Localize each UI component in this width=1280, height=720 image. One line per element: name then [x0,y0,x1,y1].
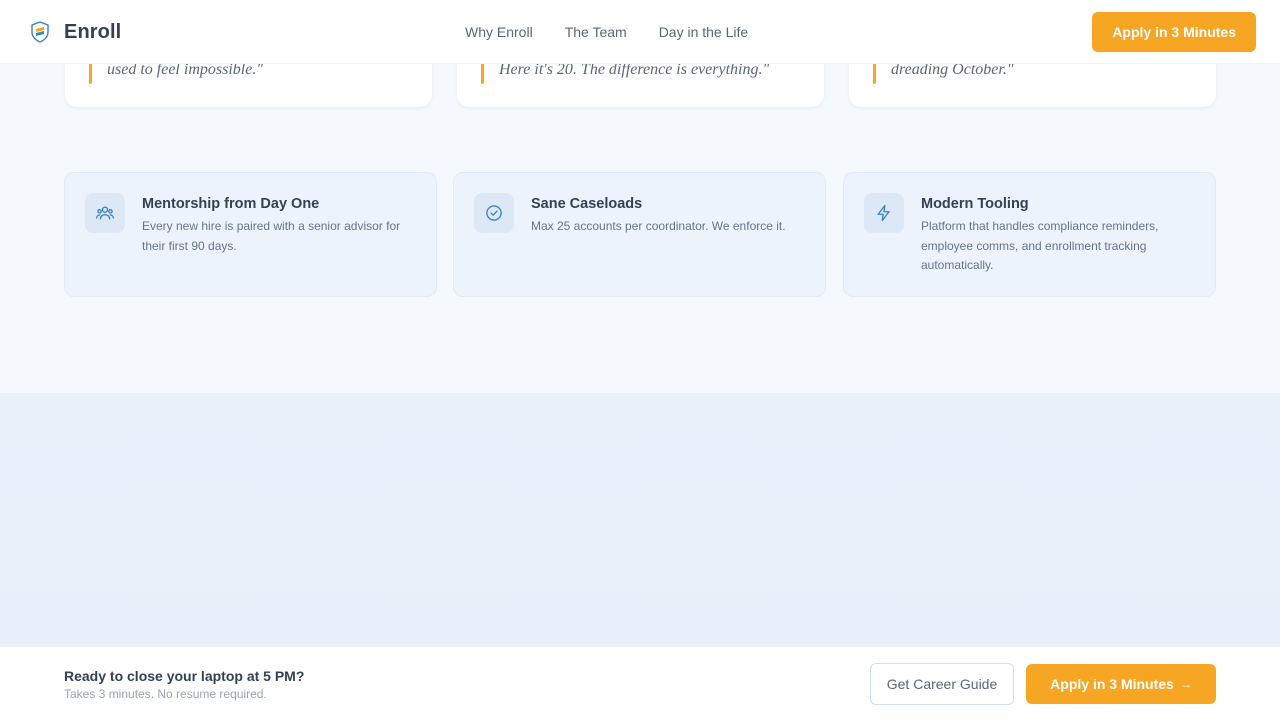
nav-link-the-team[interactable]: The Team [565,24,627,40]
feature-description: Every new hire is paired with a senior a… [142,219,401,253]
feature-description: Platform that handles compliance reminde… [921,219,1159,272]
apply-button-footer[interactable]: Apply in 3 Minutes → [1026,664,1216,704]
check-circle-icon [486,205,502,221]
nav-link-why-enroll[interactable]: Why Enroll [465,24,533,40]
shield-logo-icon [31,21,49,43]
feature-card-tooling: Modern Tooling Platform that handles com… [843,172,1216,297]
arrow-right-icon: → [1179,677,1192,691]
site-header: Enroll Why Enroll The Team Day in the Li… [0,0,1280,64]
cta-subtext: Takes 3 minutes. No resume required. [64,687,267,701]
quote-accent-bar [89,62,92,84]
apply-button-label: Apply in 3 Minutes [1050,676,1174,692]
feature-title: Mentorship from Day One [142,196,320,212]
feature-title: Sane Caseloads [531,196,643,212]
quote-accent-bar [481,62,484,84]
feature-icon-box [474,193,514,233]
feature-title: Modern Tooling [921,196,1029,212]
main-nav: Why Enroll The Team Day in the Life [465,0,780,64]
get-career-guide-button[interactable]: Get Career Guide [870,663,1014,705]
apply-button-header[interactable]: Apply in 3 Minutes [1092,12,1256,52]
cta-headline: Ready to close your laptop at 5 PM? [64,668,305,684]
brand[interactable]: Enroll [30,0,121,64]
feature-icon-box [864,193,904,233]
feature-card-mentorship: Mentorship from Day One Every new hire i… [64,172,437,297]
feature-description: Max 25 accounts per coordinator. We enfo… [531,219,786,233]
nav-link-day-in-the-life[interactable]: Day in the Life [659,24,749,40]
quote-accent-bar [873,62,876,84]
section-band [0,393,1280,646]
page: used to feel impossible." Here it's 20. … [0,0,1280,720]
users-icon [96,206,115,220]
feature-card-caseloads: Sane Caseloads Max 25 accounts per coord… [453,172,826,297]
sticky-cta-bar: Ready to close your laptop at 5 PM? Take… [0,646,1280,720]
lightning-icon [877,204,890,222]
feature-icon-box [85,193,125,233]
brand-name: Enroll [64,20,122,43]
